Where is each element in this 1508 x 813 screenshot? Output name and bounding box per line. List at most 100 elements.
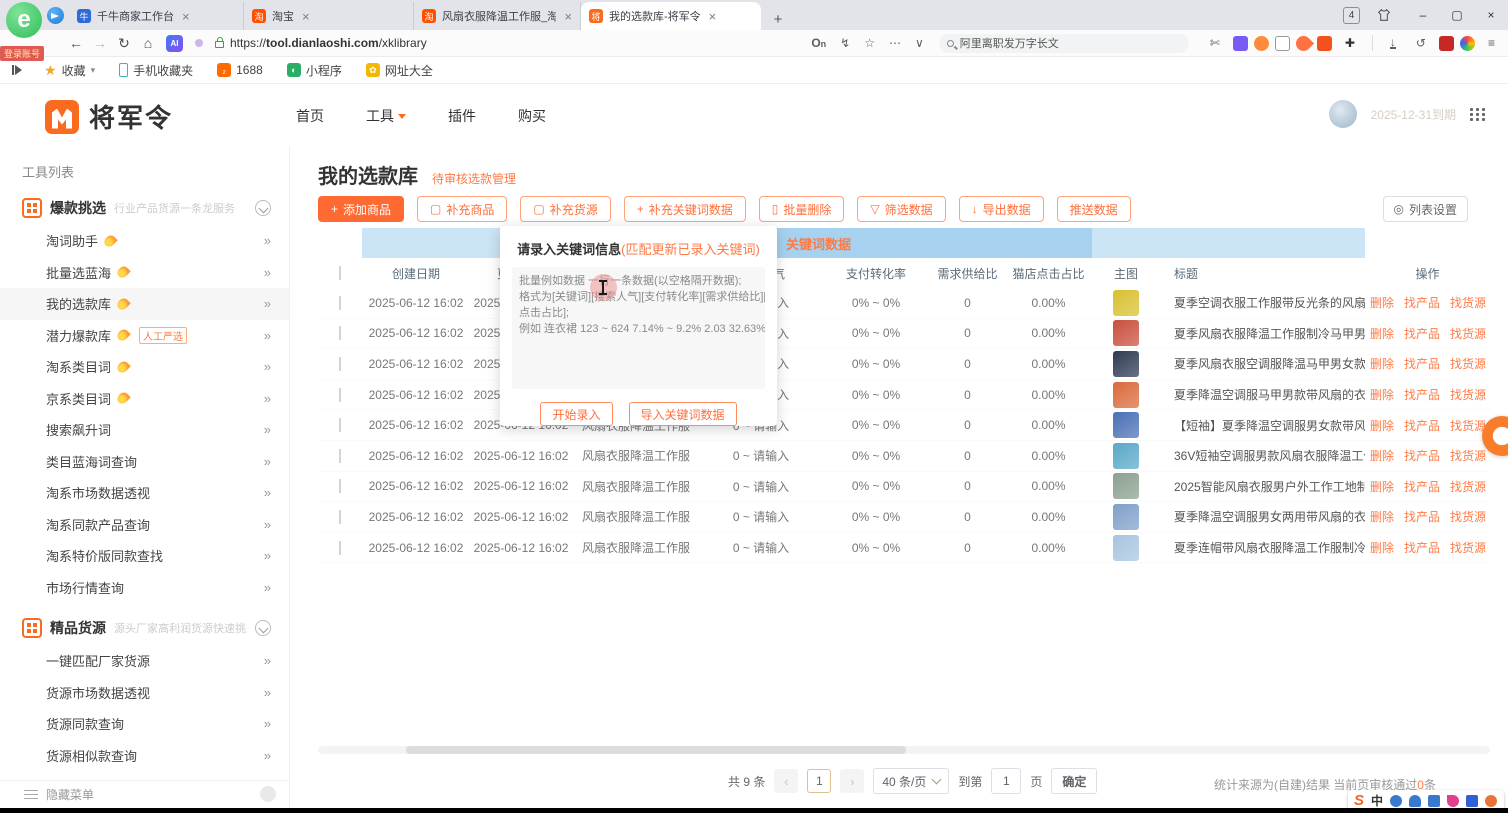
more-tools-icon[interactable]: ⋯ <box>889 36 901 50</box>
toolbar-button-添加商品[interactable]: +添加商品 <box>318 196 404 222</box>
action-link-找产品[interactable]: 找产品 <box>1404 510 1440 524</box>
product-title[interactable]: 夏季风扇衣服降温工作服制冷马甲男女... <box>1160 325 1365 342</box>
undo-icon[interactable]: ↺ <box>1416 36 1426 50</box>
sidebar-item-类目蓝海词查询[interactable]: 类目蓝海词查询» <box>0 446 289 478</box>
sidebar-item-淘词助手[interactable]: 淘词助手» <box>0 225 289 257</box>
action-link-找货源[interactable]: 找货源 <box>1450 327 1486 341</box>
product-thumbnail[interactable] <box>1113 382 1139 408</box>
ime-emoji-icon[interactable] <box>1485 795 1497 807</box>
mic-icon[interactable] <box>1409 795 1421 807</box>
row-checkbox[interactable] <box>339 479 341 493</box>
browser-tab[interactable]: 将我的选款库-将军令× <box>581 2 761 30</box>
action-link-找产品[interactable]: 找产品 <box>1404 327 1440 341</box>
select-all-checkbox[interactable] <box>339 266 341 280</box>
extension-dot-icon[interactable] <box>195 39 203 47</box>
address-bar[interactable]: https://tool.dianlaoshi.com/xklibrary <box>230 36 427 50</box>
nav-item-购买[interactable]: 购买 <box>518 106 546 126</box>
product-title[interactable]: 夏季空调衣服工作服带反光条的风扇衣... <box>1160 294 1365 311</box>
sidebar-item-一键匹配厂家货源[interactable]: 一键匹配厂家货源» <box>0 645 289 677</box>
action-link-找货源[interactable]: 找货源 <box>1450 388 1486 402</box>
ext-red-icon[interactable] <box>1317 36 1332 51</box>
maximize-button[interactable]: ▢ <box>1440 0 1474 30</box>
product-title[interactable]: 36V短袖空调服男款风扇衣服降温工作... <box>1160 447 1365 464</box>
action-link-找货源[interactable]: 找货源 <box>1450 357 1486 371</box>
browser-tab[interactable]: 淘风扇衣服降温工作服_淘宝搜索× <box>414 2 581 30</box>
product-title[interactable]: 夏季连帽带风扇衣服降温工作服制冷户... <box>1160 539 1365 556</box>
bookmark-item[interactable]: ◐小程序 <box>287 62 342 79</box>
collapse-caret-icon[interactable]: ∨ <box>915 36 924 50</box>
bookmark-item[interactable]: ✿网址大全 <box>366 62 433 79</box>
action-link-删除[interactable]: 删除 <box>1370 510 1394 524</box>
ext-orange-icon[interactable] <box>1254 36 1269 51</box>
home-icon[interactable]: ⌂ <box>136 35 160 51</box>
sidebar-section-精品货源[interactable]: 精品货源源头厂家高利润货源快速挑选 <box>0 611 289 645</box>
minimize-button[interactable]: – <box>1406 0 1440 30</box>
tab-close-icon[interactable]: × <box>564 9 572 24</box>
action-link-找货源[interactable]: 找货源 <box>1450 510 1486 524</box>
sidebar-item-货源相似款查询[interactable]: 货源相似款查询» <box>0 740 289 772</box>
ai-assistant-icon[interactable]: AI <box>166 35 183 52</box>
product-thumbnail[interactable] <box>1113 412 1139 438</box>
toolbar-button-补充关键词数据[interactable]: +补充关键词数据 <box>624 196 746 222</box>
product-title[interactable]: 夏季降温空调服男女两用带风扇的衣服... <box>1160 508 1365 525</box>
row-checkbox[interactable] <box>339 326 341 340</box>
ext-flame-icon[interactable] <box>1293 32 1314 53</box>
bookmark-item[interactable]: ★收藏▾ <box>44 62 95 79</box>
product-thumbnail[interactable] <box>1113 320 1139 346</box>
bookmark-item[interactable]: ₂1688 <box>217 63 263 77</box>
product-thumbnail[interactable] <box>1113 504 1139 530</box>
ext-phone-icon[interactable] <box>1275 36 1290 51</box>
sidebar-item-搜索飙升词[interactable]: 搜索飙升词» <box>0 414 289 446</box>
tab-close-icon[interactable]: × <box>302 9 310 24</box>
action-link-删除[interactable]: 删除 <box>1370 327 1394 341</box>
pending-review-link[interactable]: 待审核选款管理 <box>432 170 516 187</box>
tab-close-icon[interactable]: × <box>709 9 717 24</box>
new-tab-button[interactable]: + <box>767 8 789 30</box>
scissors-icon[interactable]: ✄ <box>1210 36 1220 50</box>
forward-icon[interactable]: → <box>88 35 112 51</box>
apps-grid-icon[interactable] <box>1470 108 1486 121</box>
row-checkbox[interactable] <box>339 388 341 402</box>
site-logo[interactable]: 将军令 <box>45 98 173 135</box>
action-link-找货源[interactable]: 找货源 <box>1450 480 1486 494</box>
toolbar-button-补充货源[interactable]: ▢补充货源 <box>520 196 610 222</box>
sidebar-item-市场行情查询[interactable]: 市场行情查询» <box>0 572 289 604</box>
chevron-down-icon[interactable] <box>255 620 271 636</box>
briefcase-icon[interactable] <box>1439 36 1454 51</box>
wardrobe-icon[interactable] <box>1376 7 1392 23</box>
ssl-lock-icon[interactable] <box>215 41 224 48</box>
action-link-找货源[interactable]: 找货源 <box>1450 419 1486 433</box>
dialog-button-导入关键词数据[interactable]: 导入关键词数据 <box>629 402 737 426</box>
sidebar-item-潜力爆款库[interactable]: 潜力爆款库人工严选» <box>0 320 289 352</box>
row-checkbox[interactable] <box>339 541 341 555</box>
action-link-删除[interactable]: 删除 <box>1370 419 1394 433</box>
product-thumbnail[interactable] <box>1113 535 1139 561</box>
tab-close-icon[interactable]: × <box>182 9 190 24</box>
current-page[interactable]: 1 <box>807 769 831 793</box>
page-size-select[interactable]: 40 条/页 <box>873 768 949 794</box>
toolbar-search-box[interactable]: 阿里离职发万字长文 <box>939 34 1189 53</box>
toolbar-button-筛选数据[interactable]: ▽筛选数据 <box>857 196 945 222</box>
sidebar-item-京系类目词[interactable]: 京系类目词» <box>0 383 289 415</box>
row-checkbox[interactable] <box>339 510 341 524</box>
product-title[interactable]: 夏季降温空调服马甲男款带风扇的衣服... <box>1160 386 1365 403</box>
row-checkbox[interactable] <box>339 449 341 463</box>
ime-punct-icon[interactable] <box>1390 795 1402 807</box>
browser-tab[interactable]: 淘淘宝× <box>244 2 414 30</box>
close-window-button[interactable]: × <box>1474 0 1508 30</box>
row-checkbox[interactable] <box>339 296 341 310</box>
prev-page-button[interactable]: ‹ <box>774 769 798 793</box>
back-icon[interactable]: ← <box>64 35 88 51</box>
product-thumbnail[interactable] <box>1113 443 1139 469</box>
login-account-badge[interactable]: 登录账号 <box>0 46 44 61</box>
product-title[interactable]: 【短袖】夏季降温空调服男女款带风扇... <box>1160 417 1365 434</box>
user-avatar[interactable] <box>1329 100 1357 128</box>
action-link-找产品[interactable]: 找产品 <box>1404 388 1440 402</box>
sidebar-float-button[interactable] <box>260 786 276 802</box>
ime-language-indicator[interactable]: 中 <box>1371 792 1383 809</box>
sidebar-section-爆款挑选[interactable]: 爆款挑选行业产品货源一条龙服务 <box>0 191 289 225</box>
next-page-button[interactable]: › <box>840 769 864 793</box>
row-checkbox[interactable] <box>339 357 341 371</box>
action-link-找产品[interactable]: 找产品 <box>1404 296 1440 310</box>
sidebar-item-批量选蓝海[interactable]: 批量选蓝海» <box>0 257 289 289</box>
